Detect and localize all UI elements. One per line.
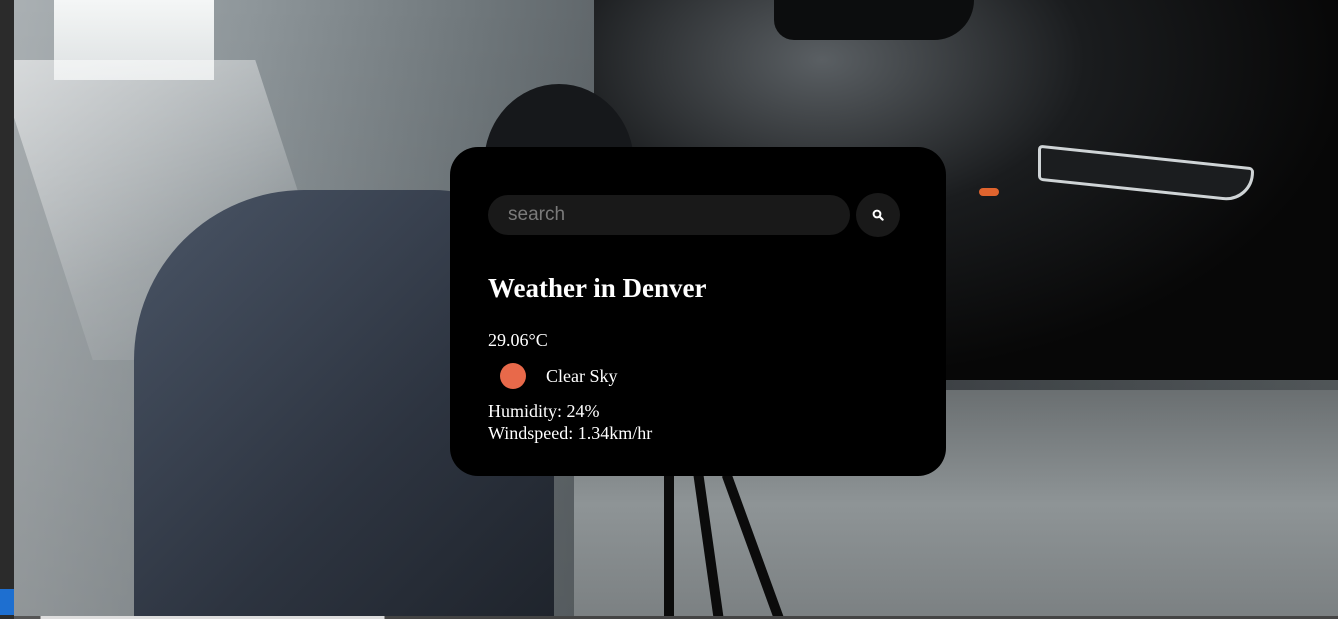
weather-description-row: Clear Sky xyxy=(488,363,908,389)
weather-card: Weather in Denver 29.06°C Clear Sky Humi… xyxy=(450,147,946,476)
sun-icon xyxy=(500,363,526,389)
temperature-value: 29.06°C xyxy=(488,330,548,350)
background-tripod-leg xyxy=(664,470,674,619)
weather-title: Weather in Denver xyxy=(488,273,707,303)
search-bar xyxy=(488,193,908,237)
background-car-window xyxy=(774,0,974,40)
window-edge-tab xyxy=(0,589,14,615)
page: Weather in Denver 29.06°C Clear Sky Humi… xyxy=(0,0,1338,619)
humidity-value: Humidity: 24% xyxy=(488,401,600,421)
windspeed-value: Windspeed: 1.34km/hr xyxy=(488,423,653,443)
search-input[interactable] xyxy=(488,195,850,235)
search-button[interactable] xyxy=(856,193,900,237)
weather-description: Clear Sky xyxy=(546,365,618,386)
background-car-light xyxy=(979,188,999,196)
left-window-edge xyxy=(0,0,14,619)
search-icon xyxy=(872,209,884,221)
